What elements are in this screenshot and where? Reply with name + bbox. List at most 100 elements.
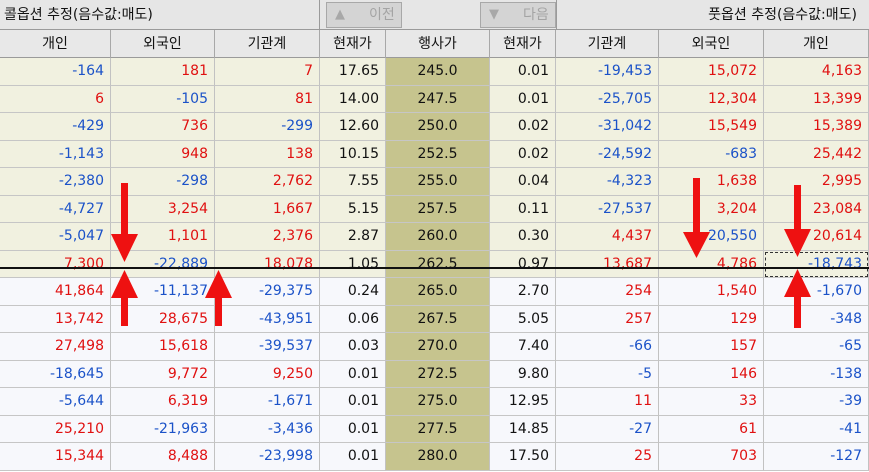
call-price-cell: 0.01: [320, 415, 386, 443]
prev-button[interactable]: ▲ 이전: [326, 2, 402, 28]
call-inst-cell: -39,537: [215, 333, 320, 361]
put-price-cell: 0.01: [490, 58, 556, 86]
column-header-put-foreign: 외국인: [659, 30, 764, 58]
put-foreign-cell: 61: [659, 415, 764, 443]
call-inst-cell: 9,250: [215, 360, 320, 388]
call-indiv-cell: -1,143: [0, 140, 111, 168]
call-inst-cell: 2,376: [215, 223, 320, 251]
strike-cell: 260.0: [386, 223, 490, 251]
call-price-cell: 1.05: [320, 250, 386, 278]
put-price-cell: 0.02: [490, 140, 556, 168]
put-foreign-cell: 1,638: [659, 168, 764, 196]
table-row[interactable]: -164 181 7 17.65 245.0 0.01 -19,453 15,072 4,163: [0, 58, 869, 86]
put-inst-cell: -4,323: [556, 168, 659, 196]
table-row[interactable]: 6 -105 81 14.00 247.5 0.01 -25,705 12,304 13,399: [0, 85, 869, 113]
strike-cell: 250.0: [386, 113, 490, 141]
call-indiv-cell: 13,742: [0, 305, 111, 333]
call-inst-cell: -3,436: [215, 415, 320, 443]
table-row[interactable]: 13,742 28,675 -43,951 0.06 267.5 5.05 257 129 -3…: [0, 305, 869, 333]
call-options-title: 콜옵션 추정(음수값:매도): [0, 0, 320, 30]
call-price-cell: 2.87: [320, 223, 386, 251]
put-indiv-cell: 4,163: [764, 58, 869, 86]
put-indiv-cell: -127: [764, 443, 869, 471]
table-row[interactable]: 15,344 8,488 -23,998 0.01 280.0 17.50 25 703 -12…: [0, 443, 869, 471]
next-button-label: 다음: [523, 7, 549, 23]
put-indiv-cell: 23,084: [764, 195, 869, 223]
strike-cell: 245.0: [386, 58, 490, 86]
table-row[interactable]: 7,300 -22,889 18,078 1.05 262.5 0.97 13,687 4,7…: [0, 250, 869, 278]
call-foreign-cell: 6,319: [111, 388, 215, 416]
table-row[interactable]: -5,047 1,101 2,376 2.87 260.0 0.30 4,437 -20,55…: [0, 223, 869, 251]
put-indiv-cell: -348: [764, 305, 869, 333]
strike-cell: 257.5: [386, 195, 490, 223]
put-foreign-cell: 4,786: [659, 250, 764, 278]
put-price-cell: 17.50: [490, 443, 556, 471]
table-row[interactable]: -429 736 -299 12.60 250.0 0.02 -31,042 15,549 15…: [0, 113, 869, 141]
table-row[interactable]: 25,210 -21,963 -3,436 0.01 277.5 14.85 -27 61 -4…: [0, 415, 869, 443]
call-indiv-cell: 41,864: [0, 278, 111, 306]
call-indiv-cell: -4,727: [0, 195, 111, 223]
put-inst-cell: 13,687: [556, 250, 659, 278]
call-foreign-cell: -21,963: [111, 415, 215, 443]
put-price-cell: 12.95: [490, 388, 556, 416]
call-price-cell: 0.24: [320, 278, 386, 306]
table-row[interactable]: -18,645 9,772 9,250 0.01 272.5 9.80 -5 146 -138: [0, 360, 869, 388]
call-foreign-cell: 736: [111, 113, 215, 141]
table-row[interactable]: 27,498 15,618 -39,537 0.03 270.0 7.40 -66 157 -6…: [0, 333, 869, 361]
put-foreign-cell: -683: [659, 140, 764, 168]
strike-cell: 252.5: [386, 140, 490, 168]
put-inst-cell: -5: [556, 360, 659, 388]
call-price-cell: 14.00: [320, 85, 386, 113]
next-button[interactable]: ▼ 다음: [480, 2, 556, 28]
call-inst-cell: 1,667: [215, 195, 320, 223]
call-indiv-cell: 27,498: [0, 333, 111, 361]
put-foreign-cell: 129: [659, 305, 764, 333]
put-foreign-cell: 33: [659, 388, 764, 416]
column-header-put-price: 현재가: [490, 30, 556, 58]
atm-divider-line: [0, 267, 869, 269]
put-indiv-cell: -39: [764, 388, 869, 416]
option-chain-table: -164 181 7 17.65 245.0 0.01 -19,453 15,072 4,163…: [0, 58, 869, 472]
prev-button-label: 이전: [369, 7, 395, 23]
call-foreign-cell: 1,101: [111, 223, 215, 251]
put-price-cell: 0.04: [490, 168, 556, 196]
table-row[interactable]: 41,864 -11,137 -29,375 0.24 265.0 2.70 254 1,54…: [0, 278, 869, 306]
put-price-cell: 0.11: [490, 195, 556, 223]
call-indiv-cell: -5,644: [0, 388, 111, 416]
call-indiv-cell: 6: [0, 85, 111, 113]
put-indiv-cell: -65: [764, 333, 869, 361]
put-price-cell: 14.85: [490, 415, 556, 443]
put-price-cell: 0.02: [490, 113, 556, 141]
put-price-cell: 0.97: [490, 250, 556, 278]
put-inst-cell: -25,705: [556, 85, 659, 113]
call-price-cell: 0.06: [320, 305, 386, 333]
table-row[interactable]: -2,380 -298 2,762 7.55 255.0 0.04 -4,323 1,638 2…: [0, 168, 869, 196]
call-inst-cell: 7: [215, 58, 320, 86]
put-foreign-cell: 15,549: [659, 113, 764, 141]
call-price-cell: 12.60: [320, 113, 386, 141]
call-indiv-cell: 7,300: [0, 250, 111, 278]
put-inst-cell: 11: [556, 388, 659, 416]
strike-cell: 247.5: [386, 85, 490, 113]
table-row[interactable]: -5,644 6,319 -1,671 0.01 275.0 12.95 11 33 -39: [0, 388, 869, 416]
put-price-cell: 9.80: [490, 360, 556, 388]
put-foreign-cell: 146: [659, 360, 764, 388]
strike-cell: 265.0: [386, 278, 490, 306]
call-foreign-cell: 181: [111, 58, 215, 86]
call-indiv-cell: 25,210: [0, 415, 111, 443]
put-indiv-cell: -41: [764, 415, 869, 443]
table-row[interactable]: -4,727 3,254 1,667 5.15 257.5 0.11 -27,537 3,20…: [0, 195, 869, 223]
put-price-cell: 2.70: [490, 278, 556, 306]
call-inst-cell: 2,762: [215, 168, 320, 196]
call-indiv-cell: -164: [0, 58, 111, 86]
column-header-put-indiv: 개인: [764, 30, 869, 58]
put-foreign-cell: 15,072: [659, 58, 764, 86]
triangle-down-icon: ▼: [489, 7, 499, 22]
put-inst-cell: 254: [556, 278, 659, 306]
call-inst-cell: -1,671: [215, 388, 320, 416]
call-indiv-cell: -429: [0, 113, 111, 141]
call-foreign-cell: 948: [111, 140, 215, 168]
put-inst-cell: -66: [556, 333, 659, 361]
strike-cell: 262.5: [386, 250, 490, 278]
table-row[interactable]: -1,143 948 138 10.15 252.5 0.02 -24,592 -683 25,…: [0, 140, 869, 168]
